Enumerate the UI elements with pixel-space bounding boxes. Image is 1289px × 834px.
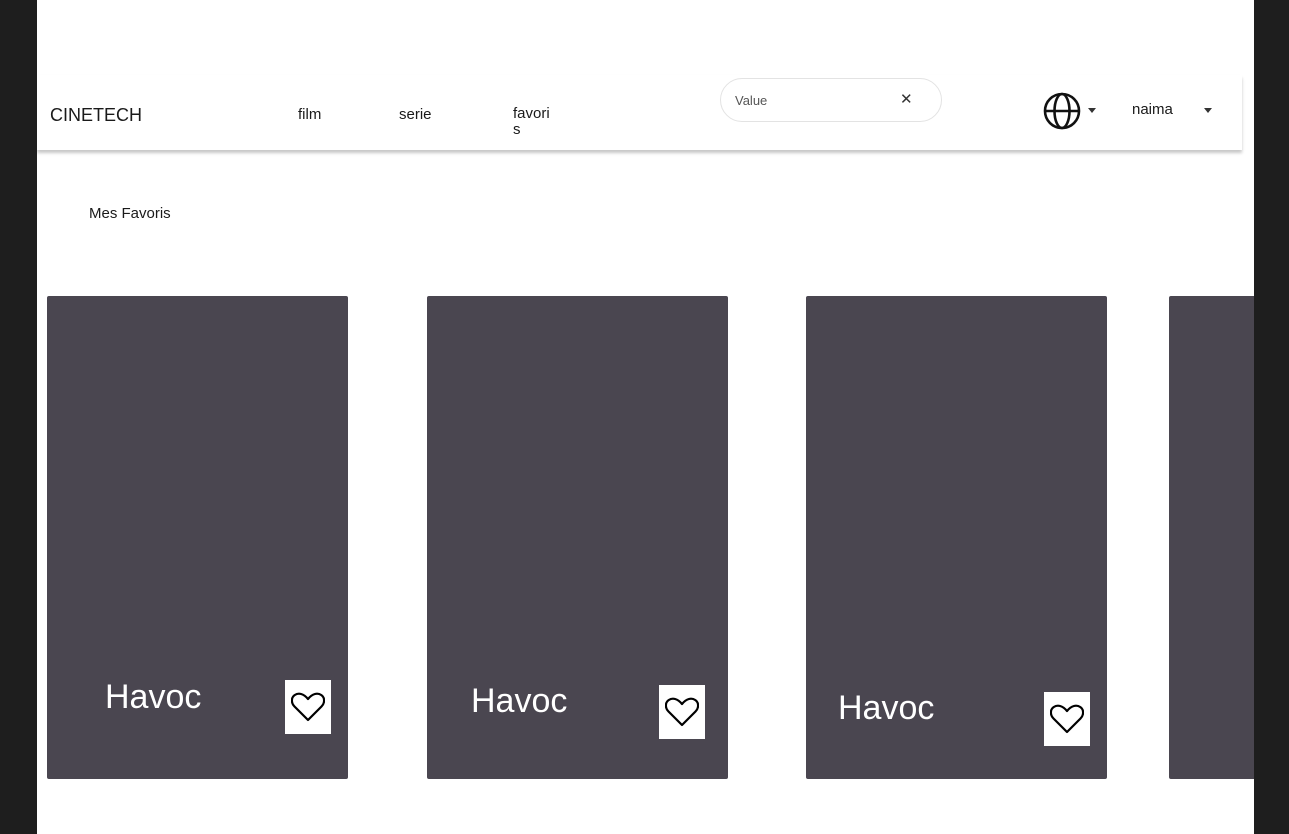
movie-card[interactable]: Havoc [806,296,1107,779]
page-title: Mes Favoris [89,205,171,222]
movie-card[interactable] [1169,296,1254,779]
close-icon[interactable]: ✕ [900,90,913,108]
globe-icon [1043,92,1081,130]
search-input[interactable] [735,90,905,110]
heart-outline [291,692,325,722]
heart-icon[interactable] [659,685,705,739]
card-title: Havoc [838,689,935,727]
movie-card[interactable]: Havoc [427,296,728,779]
user-menu[interactable]: naima [1132,101,1232,125]
language-selector[interactable] [1042,91,1102,131]
heart-icon[interactable] [1044,692,1090,746]
heart-icon[interactable] [285,680,331,734]
app-frame: CINETECH film serie favoris ✕ naima Mes … [37,0,1254,834]
chevron-down-icon [1088,108,1096,113]
navbar: CINETECH film serie favoris ✕ naima [37,75,1242,150]
nav-link-film[interactable]: film [298,106,321,123]
card-title: Havoc [471,682,568,720]
logo[interactable]: CINETECH [50,105,142,126]
nav-link-serie[interactable]: serie [399,106,432,123]
user-name: naima [1132,101,1173,118]
search-bar: ✕ [720,78,942,122]
movie-card[interactable]: Havoc [47,296,348,779]
nav-link-favoris[interactable]: favoris [513,106,553,138]
card-title: Havoc [105,678,202,716]
heart-outline [665,697,699,727]
heart-outline [1050,704,1084,734]
chevron-down-icon [1204,108,1212,113]
